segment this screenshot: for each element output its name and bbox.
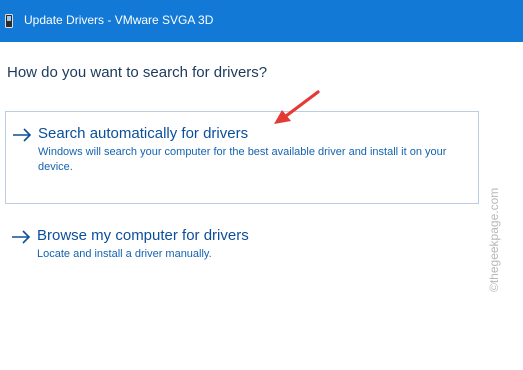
option-title: Browse my computer for drivers bbox=[37, 227, 249, 244]
browse-computer-option[interactable]: Browse my computer for drivers Locate an… bbox=[5, 219, 479, 269]
option-title: Search automatically for drivers bbox=[38, 125, 249, 142]
page-heading: How do you want to search for drivers? bbox=[7, 64, 268, 81]
right-arrow-icon bbox=[13, 128, 32, 142]
device-manager-icon bbox=[5, 14, 13, 28]
search-automatically-option[interactable]: Search automatically for drivers Windows… bbox=[5, 111, 479, 204]
option-description: Windows will search your computer for th… bbox=[38, 146, 447, 173]
window-title: Update Drivers - VMware SVGA 3D bbox=[24, 13, 214, 27]
option-description: Locate and install a driver manually. bbox=[37, 248, 212, 260]
red-pointer-arrow-icon bbox=[274, 90, 320, 124]
window-titlebar: Update Drivers - VMware SVGA 3D bbox=[0, 0, 523, 42]
watermark-text: ©thegeekpage.com bbox=[487, 187, 501, 292]
right-arrow-icon bbox=[12, 230, 31, 244]
watermark: ©thegeekpage.com bbox=[481, 152, 509, 292]
